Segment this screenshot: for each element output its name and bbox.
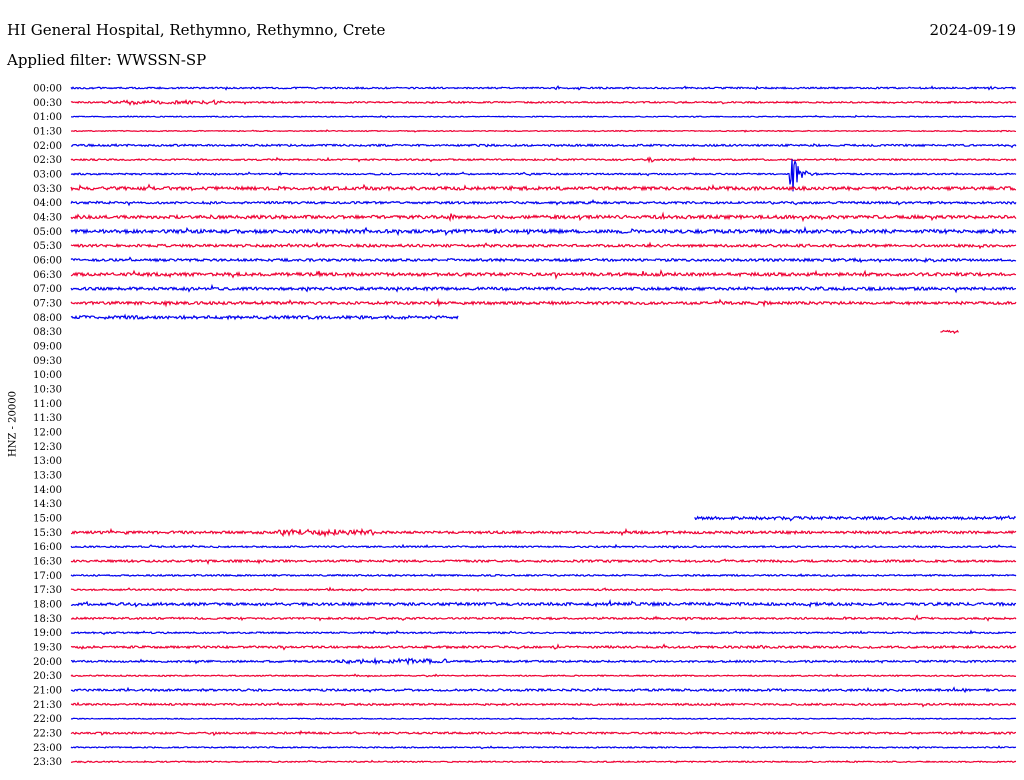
- trace-1900: [70, 629, 1017, 636]
- trace-0800: [70, 313, 459, 321]
- time-label-0830: 08:30: [33, 327, 62, 338]
- trace-0700: [70, 283, 1017, 294]
- trace-1930: [70, 643, 1017, 651]
- trace-1600: [70, 543, 1017, 550]
- time-label-0100: 01:00: [33, 112, 62, 123]
- time-label-0930: 09:30: [33, 356, 62, 367]
- time-label-0700: 07:00: [33, 284, 62, 295]
- time-label-0400: 04:00: [33, 198, 62, 209]
- time-label-1630: 16:30: [33, 557, 62, 568]
- time-label-1130: 11:30: [33, 413, 62, 424]
- time-label-2330: 23:30: [33, 757, 62, 768]
- time-label-1000: 10:00: [33, 370, 62, 381]
- time-tick-labels: 00:00 00:30 01:00 01:30 02:00 02:30 03:00 03:30…: [33, 84, 62, 769]
- time-label-1430: 14:30: [33, 499, 62, 510]
- trace-1700: [70, 573, 1017, 578]
- trace-2230: [70, 729, 1017, 737]
- time-label-2030: 20:30: [33, 671, 62, 682]
- time-label-2300: 23:00: [33, 743, 62, 754]
- time-label-1930: 19:30: [33, 643, 62, 654]
- time-label-1200: 12:00: [33, 428, 62, 439]
- trace-0100: [70, 114, 1017, 119]
- trace-0330: [70, 183, 1017, 192]
- time-label-2230: 22:30: [33, 729, 62, 740]
- trace-1800: [70, 599, 1017, 608]
- time-label-1730: 17:30: [33, 585, 62, 596]
- trace-0300: [70, 159, 1017, 192]
- trace-2100: [70, 686, 1017, 694]
- time-label-1600: 16:00: [33, 542, 62, 553]
- time-label-0030: 00:30: [33, 98, 62, 109]
- time-label-1830: 18:30: [33, 614, 62, 625]
- time-label-1400: 14:00: [33, 485, 62, 496]
- trace-2200: [70, 716, 1017, 721]
- trace-0130: [70, 129, 1017, 133]
- time-label-2130: 21:30: [33, 700, 62, 711]
- time-label-1530: 15:30: [33, 528, 62, 539]
- trace-0530: [70, 241, 1017, 250]
- time-label-1300: 13:00: [33, 456, 62, 467]
- time-label-0630: 06:30: [33, 270, 62, 281]
- trace-2000: [70, 656, 1017, 666]
- trace-1630: [70, 558, 1017, 566]
- trace-layer: [70, 85, 1017, 764]
- trace-0200: [70, 142, 1017, 149]
- trace-1830: [70, 614, 1017, 622]
- time-label-2100: 21:00: [33, 686, 62, 697]
- time-label-0330: 03:30: [33, 184, 62, 195]
- time-label-0300: 03:00: [33, 170, 62, 181]
- trace-0630: [70, 269, 1017, 280]
- time-label-0000: 00:00: [33, 84, 62, 95]
- time-label-1330: 13:30: [33, 471, 62, 482]
- trace-0030: [70, 98, 1017, 107]
- trace-0430: [70, 211, 1017, 223]
- trace-0000: [70, 85, 1017, 91]
- time-label-1900: 19:00: [33, 628, 62, 639]
- time-label-0200: 02:00: [33, 141, 62, 152]
- seismogram-plot: 00:00 00:30 01:00 01:30 02:00 02:30 03:00 03:30…: [33, 84, 1017, 769]
- trace-1730: [70, 586, 1017, 593]
- time-label-1100: 11:00: [33, 399, 62, 410]
- trace-2300: [70, 745, 1017, 750]
- trace-1500: [694, 514, 1016, 522]
- time-label-0600: 06:00: [33, 256, 62, 267]
- time-label-0730: 07:30: [33, 299, 62, 310]
- trace-0230: [70, 156, 1017, 164]
- time-label-0130: 01:30: [33, 127, 62, 138]
- time-label-0900: 09:00: [33, 342, 62, 353]
- time-label-0800: 08:00: [33, 313, 62, 324]
- time-label-0430: 04:30: [33, 213, 62, 224]
- time-label-2200: 22:00: [33, 714, 62, 725]
- trace-0830: [940, 329, 959, 335]
- time-label-1030: 10:30: [33, 385, 62, 396]
- time-label-0230: 02:30: [33, 155, 62, 166]
- time-label-1800: 18:00: [33, 600, 62, 611]
- trace-2030: [70, 673, 1017, 678]
- trace-2330: [70, 759, 1017, 764]
- trace-0730: [70, 297, 1017, 308]
- time-label-0500: 05:00: [33, 227, 62, 238]
- trace-1530: [70, 527, 1017, 538]
- trace-0400: [70, 198, 1017, 207]
- time-label-2000: 20:00: [33, 657, 62, 668]
- time-label-1700: 17:00: [33, 571, 62, 582]
- trace-2130: [70, 701, 1017, 708]
- time-label-1500: 15:00: [33, 514, 62, 525]
- time-label-0530: 05:30: [33, 241, 62, 252]
- trace-0500: [70, 225, 1017, 237]
- trace-0600: [70, 256, 1017, 264]
- time-label-1230: 12:30: [33, 442, 62, 453]
